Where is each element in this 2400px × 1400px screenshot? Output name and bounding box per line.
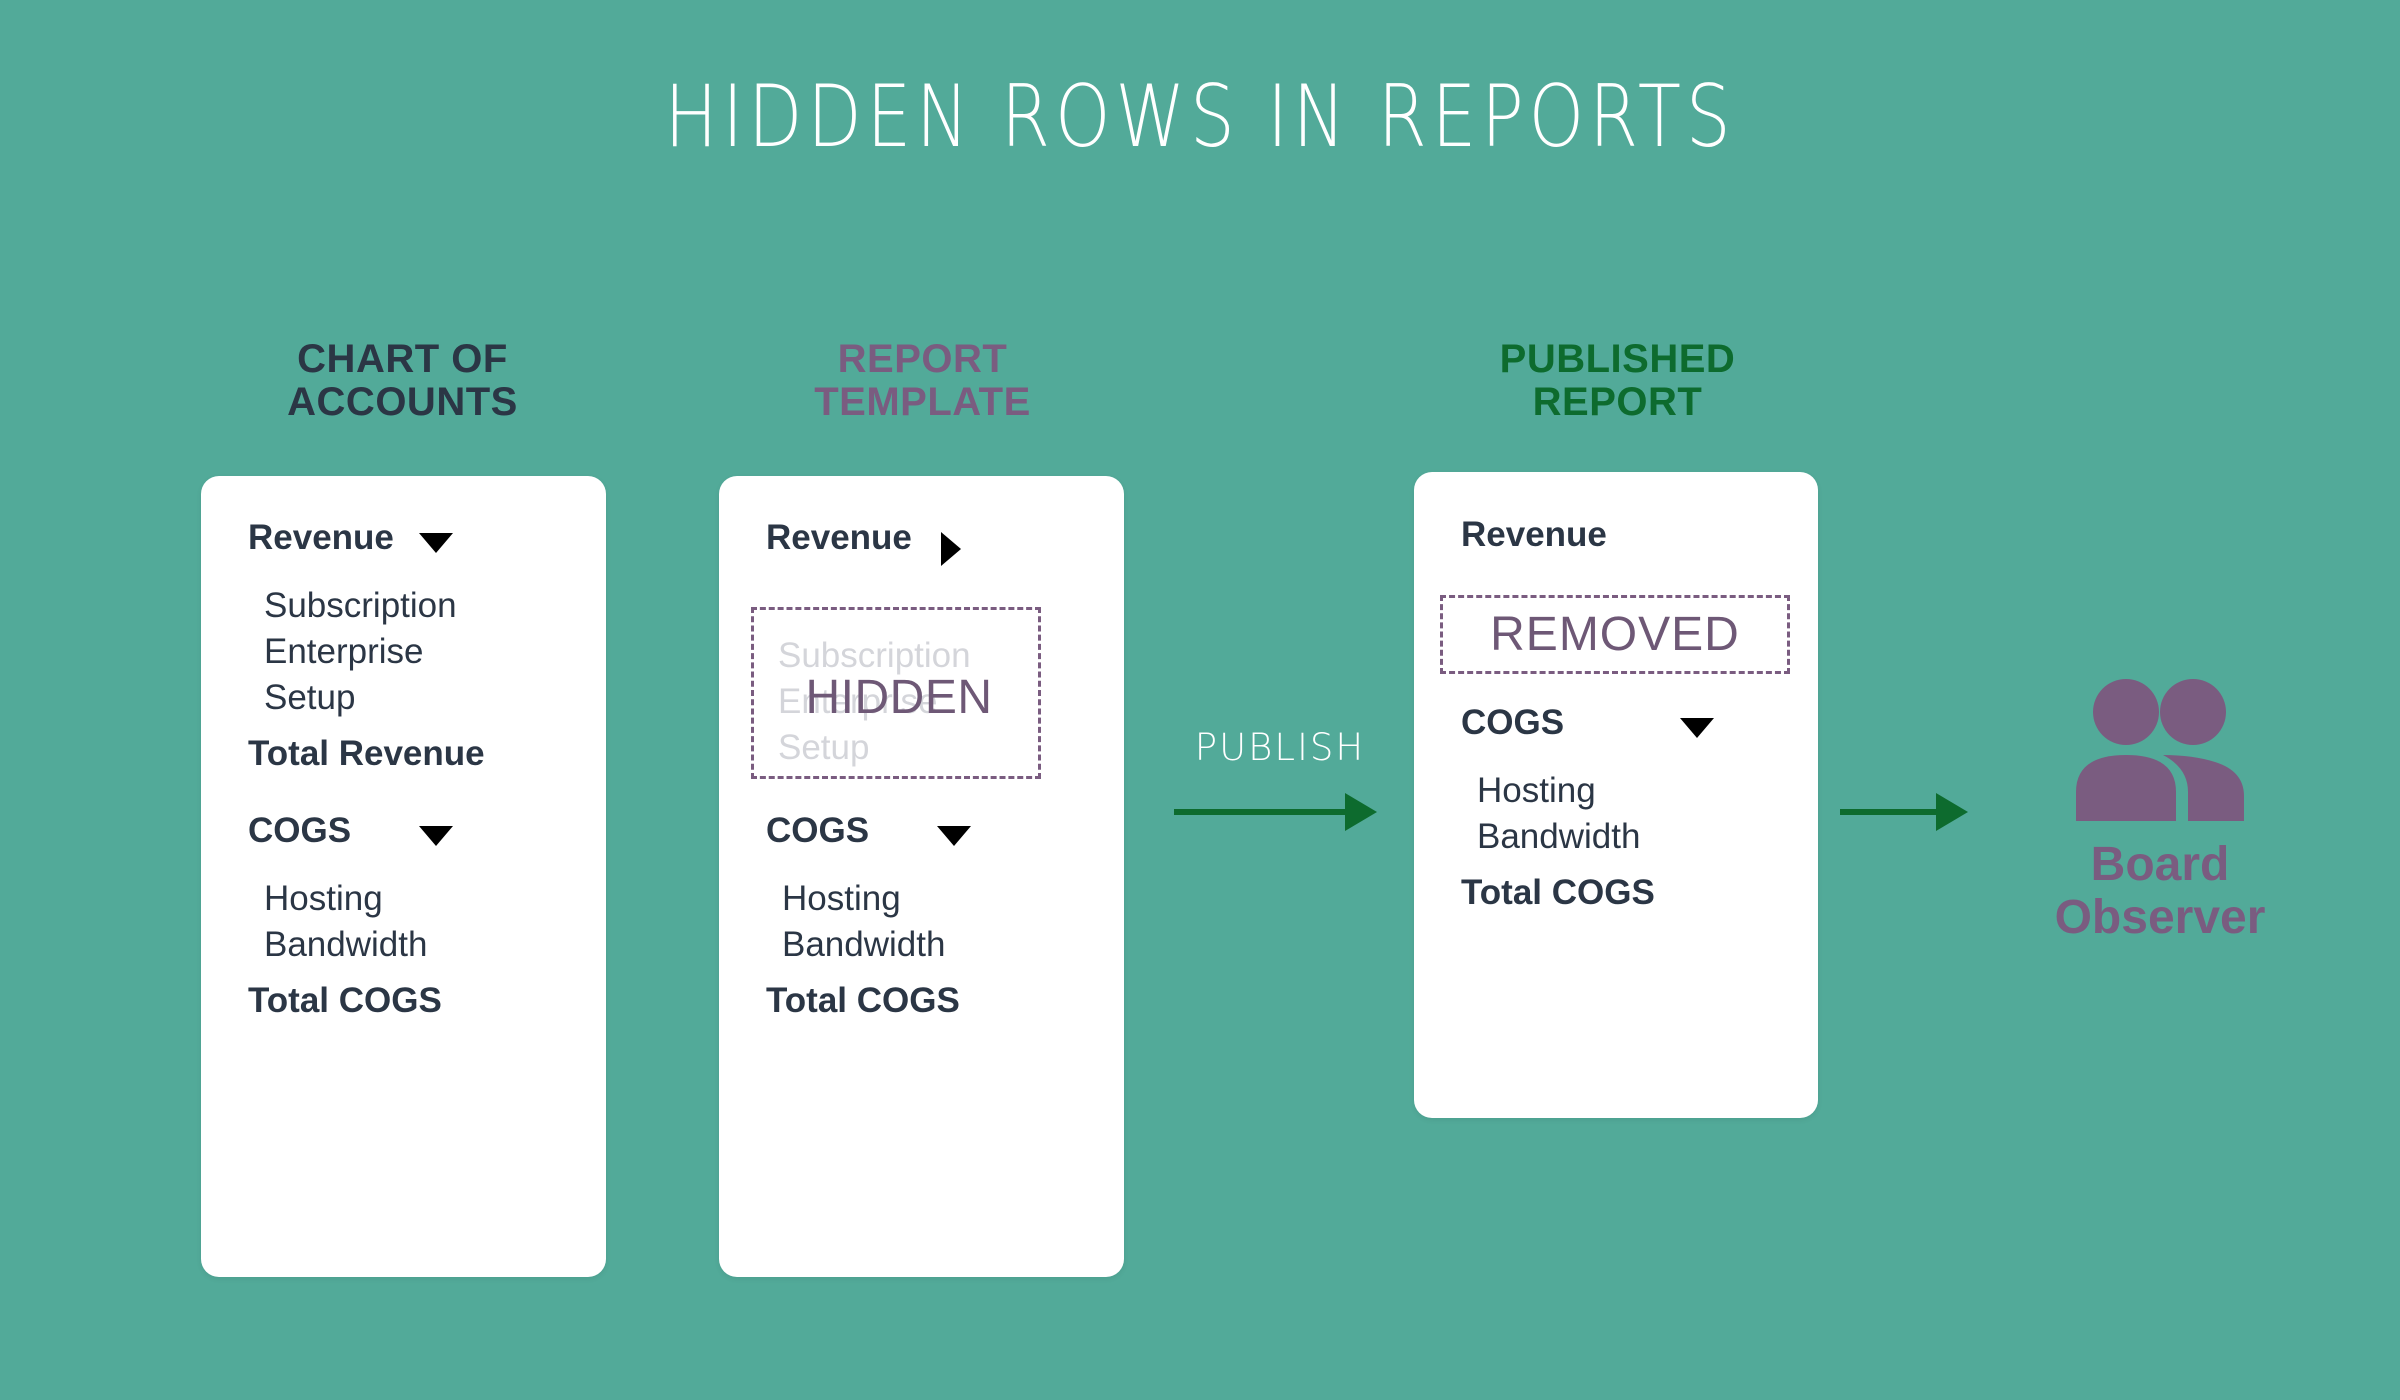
account-row-label: Hosting: [264, 879, 383, 918]
account-row-revenue[interactable]: Revenue: [248, 518, 394, 558]
template-row-label: Revenue: [766, 518, 912, 557]
board-observer-label: Board Observer: [2054, 838, 2266, 944]
account-row-total-revenue: Total Revenue: [248, 734, 485, 774]
published-row-hosting[interactable]: Hosting: [1477, 771, 1596, 811]
published-row-label: Revenue: [1461, 515, 1607, 554]
card-report-template: Revenue Subscription Enterprise Setup HI…: [719, 476, 1124, 1277]
chevron-down-icon[interactable]: [1680, 718, 1714, 738]
published-row-bandwidth[interactable]: Bandwidth: [1477, 817, 1640, 857]
column-header-chart-of-accounts: CHART OF ACCOUNTS: [287, 337, 518, 425]
template-row-total-cogs: Total COGS: [766, 981, 960, 1021]
published-row-total-cogs: Total COGS: [1461, 873, 1655, 913]
account-row-label: Revenue: [248, 518, 394, 557]
template-row-cogs[interactable]: COGS: [766, 811, 869, 851]
account-row-hosting[interactable]: Hosting: [264, 879, 383, 919]
account-row-label: Total Revenue: [248, 734, 485, 773]
template-row-label: Bandwidth: [782, 925, 946, 964]
account-row-label: Setup: [264, 678, 356, 717]
publish-label: PUBLISH: [1194, 726, 1366, 769]
published-row-cogs[interactable]: COGS: [1461, 703, 1564, 743]
account-row-setup[interactable]: Setup: [264, 678, 355, 718]
published-row-label: COGS: [1461, 703, 1565, 742]
account-row-subscription[interactable]: Subscription: [264, 586, 457, 626]
chevron-down-icon[interactable]: [937, 826, 971, 846]
template-row-label: Total COGS: [766, 981, 960, 1020]
publish-arrow-icon: [1174, 793, 1377, 831]
column-header-report-template: REPORT TEMPLATE: [814, 337, 1031, 425]
account-row-label: Enterprise: [264, 632, 424, 671]
hidden-rows-block: Subscription Enterprise Setup HIDDEN: [751, 607, 1041, 779]
arrow-head: [1345, 793, 1377, 831]
chevron-down-icon[interactable]: [419, 826, 453, 846]
removed-rows-block: REMOVED: [1440, 595, 1790, 674]
card-chart-of-accounts: Revenue Subscription Enterprise Setup To…: [201, 476, 606, 1277]
account-row-label: Subscription: [264, 586, 457, 625]
page-title: HIDDEN ROWS IN REPORTS: [664, 67, 1736, 167]
account-row-cogs[interactable]: COGS: [248, 811, 351, 851]
template-row-hosting[interactable]: Hosting: [782, 879, 901, 919]
template-row-label: COGS: [766, 811, 870, 850]
published-row-label: Bandwidth: [1477, 817, 1641, 856]
template-row-revenue[interactable]: Revenue: [766, 518, 912, 558]
arrow-head: [1936, 793, 1968, 831]
arrow-line: [1840, 809, 1937, 815]
account-row-total-cogs: Total COGS: [248, 981, 442, 1021]
people-icon: [2076, 679, 2244, 821]
account-row-label: Bandwidth: [264, 925, 428, 964]
board-observer-group: Board Observer: [1980, 676, 2340, 945]
template-row-bandwidth[interactable]: Bandwidth: [782, 925, 945, 965]
hidden-row-setup: Setup: [778, 728, 870, 767]
account-row-bandwidth[interactable]: Bandwidth: [264, 925, 427, 965]
account-row-label: Total COGS: [248, 981, 442, 1020]
template-row-label: Hosting: [782, 879, 901, 918]
arrow-line: [1174, 809, 1346, 815]
chevron-right-icon[interactable]: [941, 532, 961, 566]
account-row-label: COGS: [248, 811, 352, 850]
published-row-label: Total COGS: [1461, 873, 1655, 912]
deliver-arrow-icon: [1840, 793, 1968, 831]
card-published-report: Revenue REMOVED COGS Hosting Bandwidth T…: [1414, 472, 1818, 1118]
hidden-stamp-label: HIDDEN: [805, 671, 993, 724]
account-row-enterprise[interactable]: Enterprise: [264, 632, 424, 672]
column-header-published-report: PUBLISHED REPORT: [1499, 337, 1736, 425]
chevron-down-icon[interactable]: [419, 533, 453, 553]
published-row-revenue: Revenue: [1461, 515, 1607, 555]
removed-stamp-label: REMOVED: [1490, 608, 1740, 661]
published-row-label: Hosting: [1477, 771, 1596, 810]
